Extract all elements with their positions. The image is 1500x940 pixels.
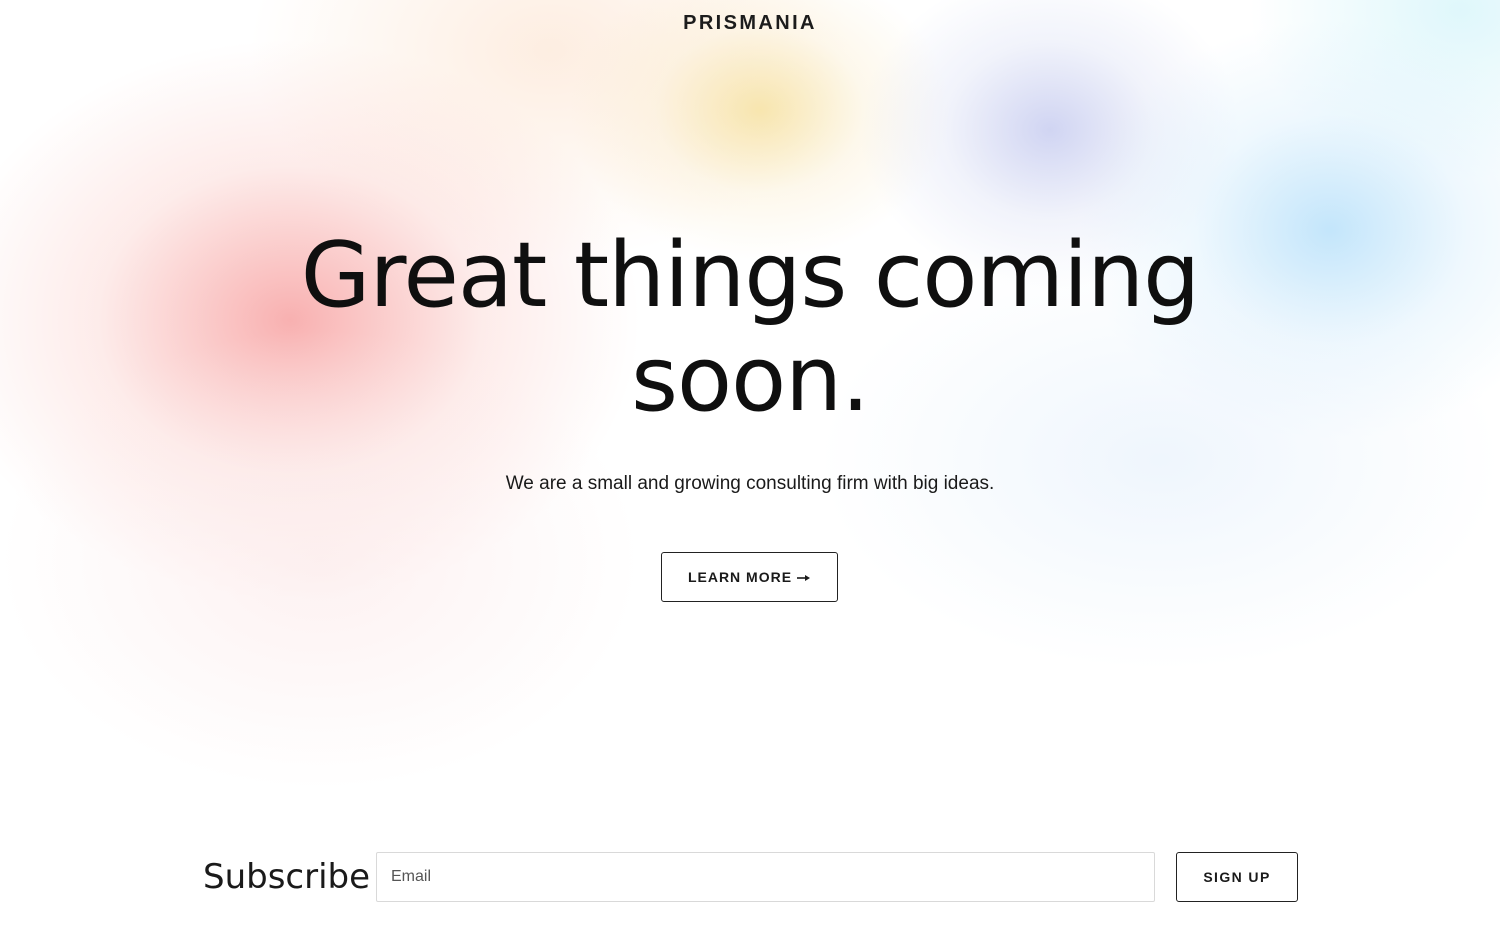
email-field[interactable] (376, 852, 1155, 902)
hero-subtitle: We are a small and growing consulting fi… (505, 473, 995, 494)
gradient-blob-yellow (570, 0, 950, 260)
site-logo[interactable]: PRISMANIA (0, 12, 1500, 35)
hero-title: Great things coming soon. (300, 223, 1201, 432)
subscribe-heading: Subscribe (203, 857, 371, 897)
learn-more-button[interactable]: LEARN MORE (661, 552, 838, 602)
landing-page: PRISMANIA Great things coming soon. We a… (0, 0, 1500, 940)
learn-more-label: LEARN MORE (687, 569, 793, 585)
gradient-blob-peach (250, 0, 850, 260)
sign-up-button[interactable]: SIGN UP (1176, 852, 1298, 902)
arrow-right-icon (797, 575, 811, 581)
